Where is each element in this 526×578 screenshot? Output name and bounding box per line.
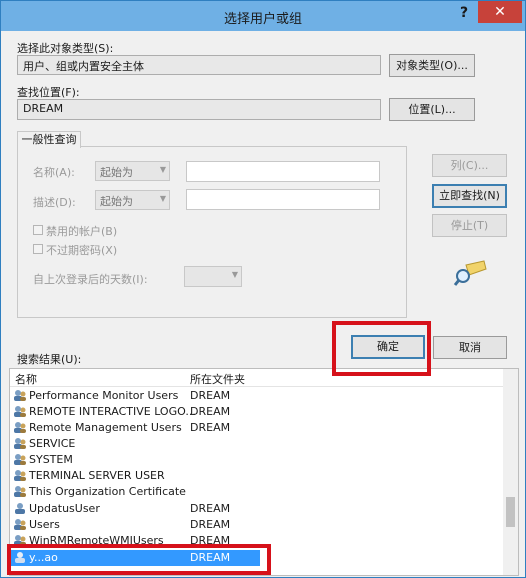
description-input[interactable] bbox=[186, 189, 380, 210]
non-expiring-password-checkbox[interactable] bbox=[33, 244, 43, 254]
list-item[interactable]: Users DREAM bbox=[10, 517, 504, 533]
list-item[interactable]: REMOTE INTERACTIVE LOGO... DREAM bbox=[10, 404, 504, 420]
title-bar: 选择用户或组 ? ✕ bbox=[1, 1, 525, 31]
disabled-accounts-label: 禁用的帐户(B) bbox=[46, 225, 118, 238]
user-group-icon bbox=[13, 405, 27, 418]
user-group-icon bbox=[13, 453, 27, 466]
user-group-icon bbox=[13, 518, 27, 531]
stop-button[interactable]: 停止(T) bbox=[432, 214, 507, 237]
location-field: DREAM bbox=[17, 99, 381, 120]
user-group-icon bbox=[13, 389, 27, 402]
description-label: 描述(D): bbox=[33, 196, 76, 209]
chevron-down-icon: ▼ bbox=[159, 165, 166, 174]
user-icon bbox=[13, 502, 27, 515]
user-group-icon bbox=[13, 421, 27, 434]
chevron-down-icon: ▼ bbox=[159, 194, 166, 203]
user-group-icon bbox=[13, 469, 27, 482]
column-header-folder[interactable]: 所在文件夹 bbox=[190, 371, 245, 387]
tab-general-query[interactable]: 一般性查询 bbox=[17, 131, 81, 148]
name-mode-select[interactable]: 起始为 ▼ bbox=[95, 161, 170, 181]
cancel-button[interactable]: 取消 bbox=[433, 336, 507, 359]
description-mode-select[interactable]: 起始为 ▼ bbox=[95, 190, 170, 210]
list-item[interactable]: This Organization Certificate bbox=[10, 484, 504, 500]
ok-highlight-box bbox=[332, 321, 431, 376]
name-label: 名称(A): bbox=[33, 166, 75, 179]
list-item[interactable]: SYSTEM bbox=[10, 452, 504, 468]
user-group-icon bbox=[13, 485, 27, 498]
days-since-logon-label: 自上次登录后的天数(I): bbox=[33, 273, 148, 286]
list-item[interactable]: Performance Monitor Users DREAM bbox=[10, 388, 504, 404]
selected-row-highlight-box bbox=[7, 544, 271, 575]
columns-button[interactable]: 列(C)... bbox=[432, 154, 507, 177]
list-item[interactable]: SERVICE bbox=[10, 436, 504, 452]
list-item[interactable]: Remote Management Users DREAM bbox=[10, 420, 504, 436]
name-mode-value: 起始为 bbox=[100, 166, 133, 179]
locations-button[interactable]: 位置(L)... bbox=[389, 98, 475, 121]
object-type-field: 用户、组或内置安全主体 bbox=[17, 55, 381, 75]
object-type-label: 选择此对象类型(S): bbox=[17, 42, 114, 55]
list-item[interactable]: UpdatusUser DREAM bbox=[10, 501, 504, 517]
search-icon bbox=[453, 257, 489, 287]
column-header-name[interactable]: 名称 bbox=[15, 371, 37, 387]
results-label: 搜索结果(U): bbox=[17, 353, 82, 366]
close-button[interactable]: ✕ bbox=[478, 1, 522, 23]
scrollbar-thumb[interactable] bbox=[506, 497, 515, 527]
window-title: 选择用户或组 bbox=[223, 12, 302, 27]
days-since-logon-select[interactable]: ▼ bbox=[184, 266, 242, 287]
location-label: 查找位置(F): bbox=[17, 86, 80, 99]
non-expiring-password-label: 不过期密码(X) bbox=[46, 244, 118, 257]
description-mode-value: 起始为 bbox=[100, 195, 133, 208]
user-group-icon bbox=[13, 437, 27, 450]
disabled-accounts-checkbox[interactable] bbox=[33, 225, 43, 235]
name-input[interactable] bbox=[186, 161, 380, 182]
results-scrollbar[interactable] bbox=[503, 369, 518, 575]
list-item[interactable]: TERMINAL SERVER USER bbox=[10, 468, 504, 484]
object-types-button[interactable]: 对象类型(O)... bbox=[389, 54, 475, 77]
chevron-down-icon: ▼ bbox=[231, 270, 238, 279]
help-button[interactable]: ? bbox=[453, 5, 475, 25]
select-users-dialog: 选择用户或组 ? ✕ 选择此对象类型(S): 用户、组或内置安全主体 对象类型(… bbox=[0, 0, 526, 578]
find-now-button[interactable]: 立即查找(N) bbox=[432, 184, 507, 208]
